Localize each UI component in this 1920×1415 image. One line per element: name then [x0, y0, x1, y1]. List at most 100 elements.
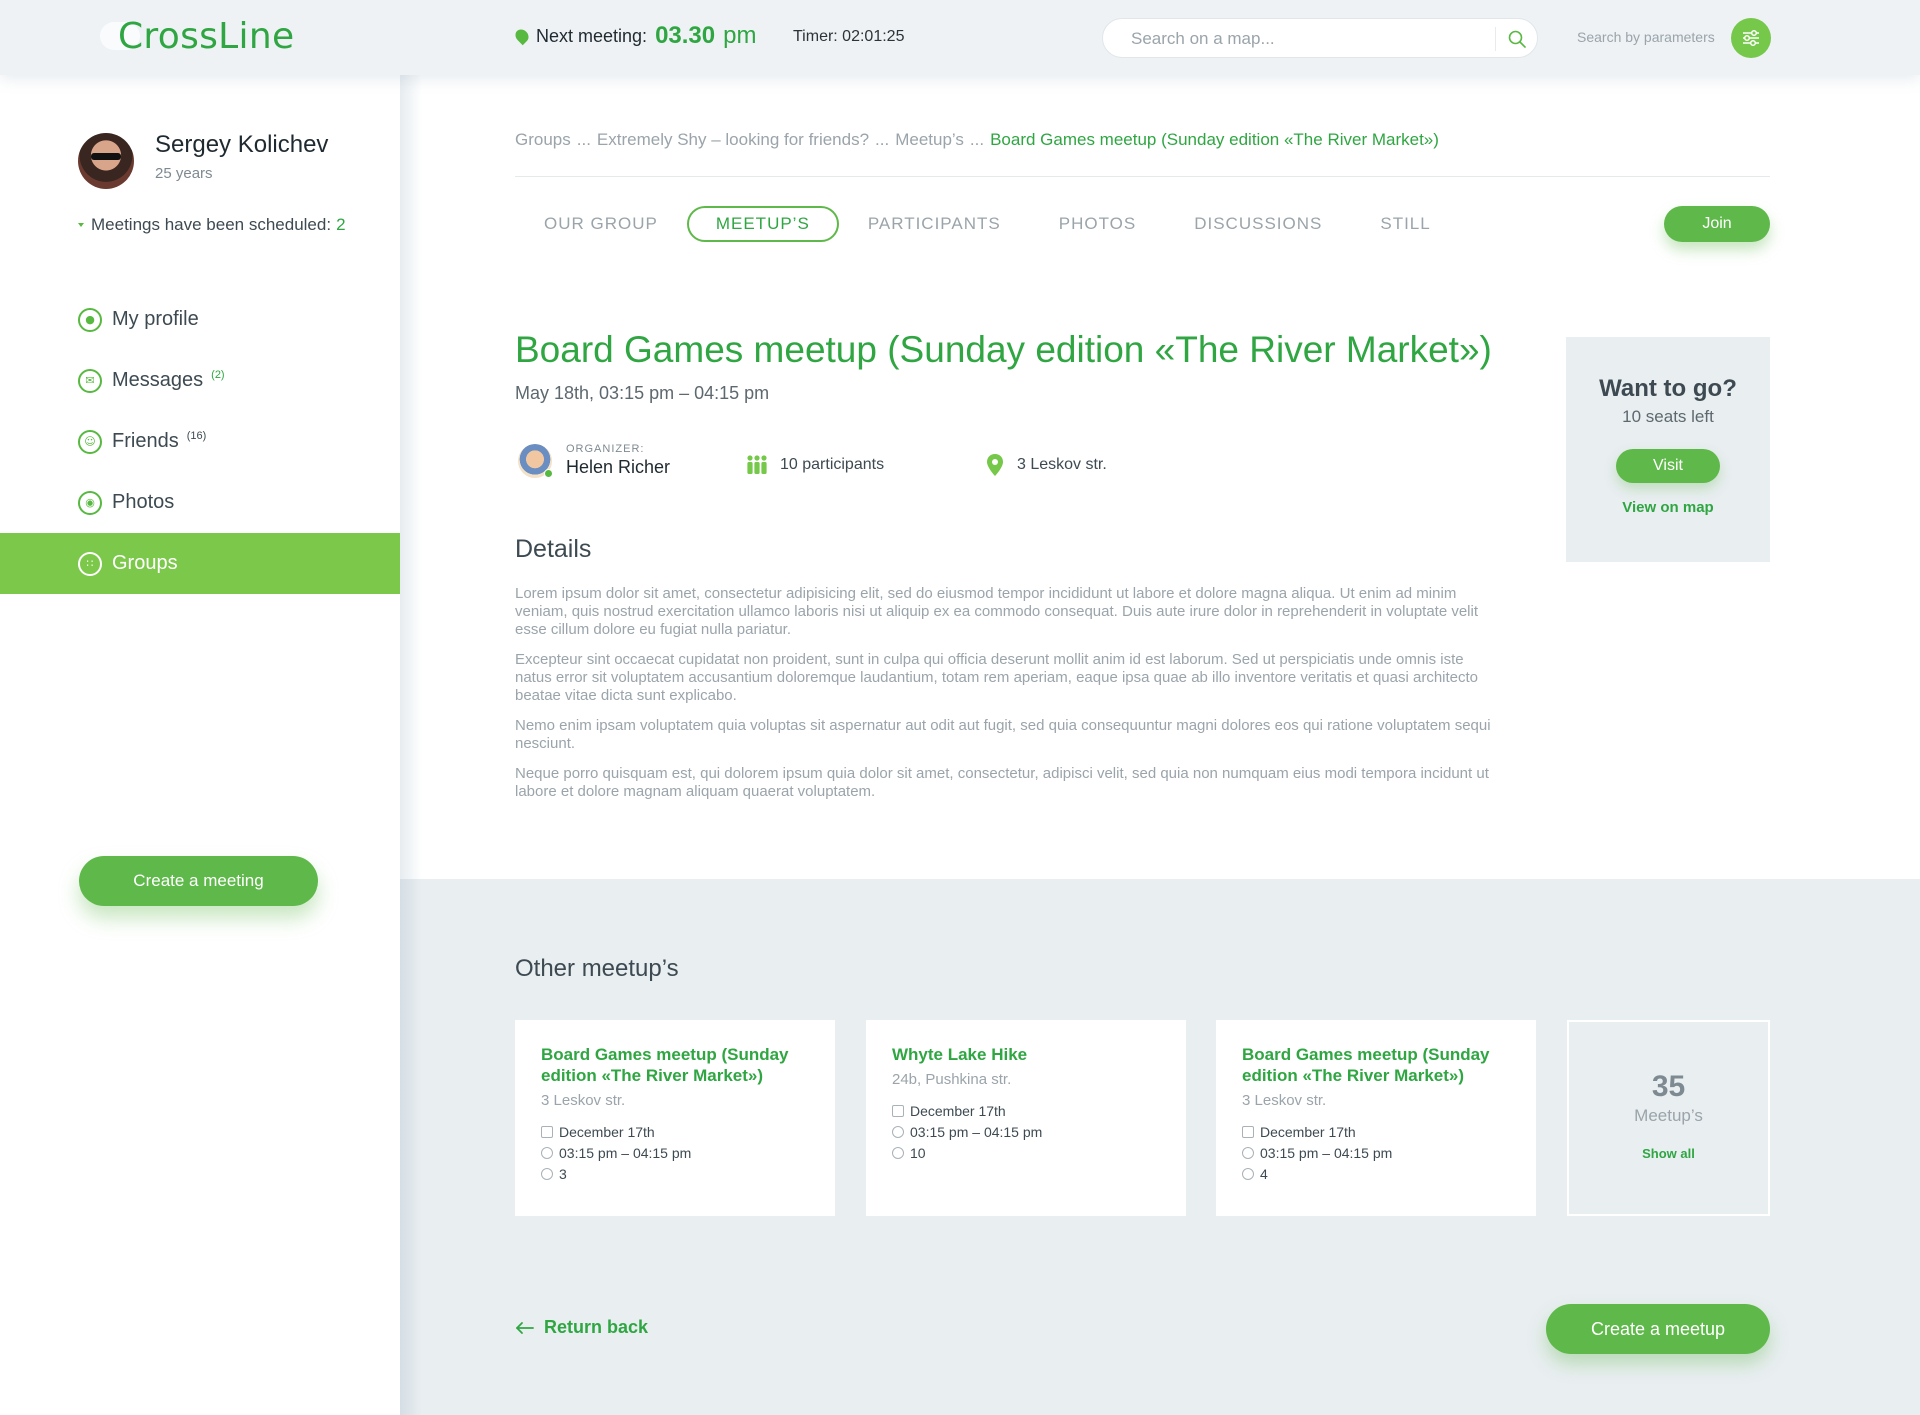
meetup-card-date-text: December 17th: [1260, 1123, 1356, 1140]
other-meetups-heading: Other meetup’s: [515, 955, 679, 982]
view-on-map-link[interactable]: View on map: [1566, 499, 1770, 516]
meetup-card-date: December 17th: [541, 1121, 809, 1142]
people-icon: [892, 1146, 904, 1159]
next-meeting: Next meeting: 03.30 pm: [512, 20, 757, 52]
tab-photos[interactable]: Photos: [1030, 206, 1165, 242]
event-date: May 18th, 03:15 pm – 04:15 pm: [515, 383, 770, 403]
messages-count-badge: (2): [211, 368, 225, 381]
meetings-scheduled-count: 2: [336, 215, 346, 234]
meetup-card-people: 4: [1242, 1163, 1510, 1184]
tab-meetups[interactable]: Meetup’s: [686, 206, 839, 242]
breadcrumb-group[interactable]: Extremely Shy – looking for friends?: [597, 130, 869, 150]
address-label: 3 Leskov str.: [1017, 456, 1107, 473]
camera-icon: ◉: [78, 490, 102, 515]
seats-left: 10 seats left: [1622, 407, 1714, 426]
tab-participants[interactable]: Participants: [839, 206, 1030, 242]
breadcrumb-separator: ...: [576, 130, 591, 149]
sidebar-item-label: Friends: [112, 430, 179, 452]
breadcrumb-separator: ...: [969, 130, 985, 149]
next-meeting-label: Next meeting:: [536, 25, 648, 46]
meetup-card-time: 03:15 pm – 04:15 pm: [892, 1121, 1160, 1142]
details-paragraph: Lorem ipsum dolor sit amet, consectetur …: [515, 585, 1479, 638]
meetup-card[interactable]: Board Games meetup (Sunday edition «The …: [1216, 1020, 1536, 1216]
filter-button[interactable]: [1731, 18, 1771, 58]
tab-still[interactable]: Still: [1351, 206, 1459, 242]
sidebar-item-label: Messages: [112, 369, 204, 391]
sidebar-shadow: [400, 75, 422, 1415]
meetup-card-date-text: December 17th: [559, 1123, 655, 1140]
breadcrumb-meetups[interactable]: Meetup’s: [895, 130, 964, 150]
sidebar-item-photos[interactable]: ◉ Photos: [0, 472, 400, 533]
meetup-card-date: December 17th: [1242, 1121, 1510, 1142]
meetup-card-title[interactable]: Board Games meetup (Sunday edition «The …: [541, 1044, 809, 1086]
group-tabs: Our group Meetup’s Participants Photos D…: [515, 206, 1460, 242]
bullet-icon: [78, 223, 84, 227]
sidebar-item-my-profile[interactable]: ● My profile: [0, 289, 400, 350]
details-body: Lorem ipsum dolor sit amet, consectetur …: [515, 585, 1495, 813]
meetup-card-date: December 17th: [892, 1100, 1160, 1121]
event-address[interactable]: 3 Leskov str.: [985, 453, 1107, 477]
sidebar-item-label: My profile: [112, 308, 199, 330]
meetup-card-title[interactable]: Whyte Lake Hike: [892, 1044, 1160, 1065]
breadcrumb-groups[interactable]: Groups: [515, 130, 571, 150]
show-all-link[interactable]: Show all: [1569, 1146, 1768, 1161]
participants-count[interactable]: 10 participants: [745, 453, 884, 477]
alarm-clock-icon: [892, 1125, 904, 1138]
return-back-label: Return back: [544, 1317, 649, 1337]
location-pin-icon: [987, 454, 1003, 476]
meetup-card[interactable]: Whyte Lake Hike 24b, Pushkina str. Decem…: [866, 1020, 1186, 1216]
avatar-glasses: [91, 153, 121, 160]
meetup-card-time: 03:15 pm – 04:15 pm: [1242, 1142, 1510, 1163]
meetup-card-people: 10: [892, 1142, 1160, 1163]
user-icon: ●: [78, 307, 102, 332]
meetup-card-date-text: December 17th: [910, 1102, 1006, 1119]
meetup-card-people-text: 4: [1260, 1165, 1268, 1182]
return-back-link[interactable]: Return back: [515, 1317, 648, 1338]
sidebar-item-friends[interactable]: ☺ Friends (16): [0, 411, 400, 472]
envelope-icon: ✉: [78, 368, 102, 393]
avatar[interactable]: [78, 133, 134, 189]
sidebar-item-messages[interactable]: ✉ Messages (2): [0, 350, 400, 411]
organizer-caption: ORGANIZER:: [566, 443, 645, 455]
next-meeting-time: 03.30: [655, 22, 716, 49]
search-params-label[interactable]: Search by parameters: [1577, 29, 1715, 45]
user-age: 25 years: [155, 165, 213, 182]
visit-button[interactable]: Visit: [1616, 449, 1720, 483]
other-meetups-section: Other meetup’s Board Games meetup (Sunda…: [400, 879, 1920, 1415]
sidebar-item-label: Photos: [112, 491, 175, 513]
want-to-go-card: Want to go? 10 seats left Visit View on …: [1566, 337, 1770, 562]
search-icon[interactable]: [1507, 29, 1527, 49]
top-header: CrossLine Next meeting: 03.30 pm Timer: …: [0, 0, 1920, 75]
search-input[interactable]: [1131, 28, 1491, 50]
join-button[interactable]: Join: [1664, 206, 1770, 242]
calendar-icon: [892, 1104, 904, 1117]
calendar-icon: [541, 1125, 553, 1138]
tab-our-group[interactable]: Our group: [515, 206, 687, 242]
meetings-scheduled-label: Meetings have been scheduled:: [91, 215, 332, 234]
meetup-card-people: 3: [541, 1163, 809, 1184]
user-name[interactable]: Sergey Kolichev: [155, 131, 328, 159]
logo[interactable]: CrossLine: [118, 16, 294, 57]
people-icon: [541, 1167, 553, 1180]
breadcrumb: Groups ... Extremely Shy – looking for f…: [515, 130, 1439, 150]
meetup-card-address: 3 Leskov str.: [1242, 1092, 1327, 1109]
page-title: Board Games meetup (Sunday edition «The …: [515, 329, 1492, 370]
next-meeting-suffix: pm: [723, 22, 757, 49]
meetup-card[interactable]: Board Games meetup (Sunday edition «The …: [515, 1020, 835, 1216]
organizer[interactable]: ORGANIZER: Helen Richer: [518, 443, 670, 478]
sidebar-item-groups[interactable]: ∷ Groups: [0, 533, 400, 594]
details-paragraph: Neque porro quisquam est, qui dolorem ip…: [515, 765, 1489, 800]
meetings-scheduled: Meetings have been scheduled: 2: [78, 215, 346, 235]
groups-icon: ∷: [78, 551, 102, 576]
create-meetup-button[interactable]: Create a meetup: [1546, 1304, 1770, 1354]
meetup-card-title[interactable]: Board Games meetup (Sunday edition «The …: [1242, 1044, 1510, 1086]
create-meeting-button[interactable]: Create a meeting: [79, 856, 318, 906]
participants-label: 10 participants: [780, 456, 885, 473]
more-meetups-card[interactable]: 35 Meetup’s Show all: [1567, 1020, 1770, 1216]
alarm-clock-icon: [541, 1146, 553, 1159]
tab-discussions[interactable]: Discussions: [1165, 206, 1351, 242]
online-status-icon: [544, 468, 553, 478]
meetup-card-meta: December 17th 03:15 pm – 04:15 pm 3: [541, 1121, 809, 1184]
search-divider: [1495, 27, 1496, 51]
meetup-card-time: 03:15 pm – 04:15 pm: [541, 1142, 809, 1163]
